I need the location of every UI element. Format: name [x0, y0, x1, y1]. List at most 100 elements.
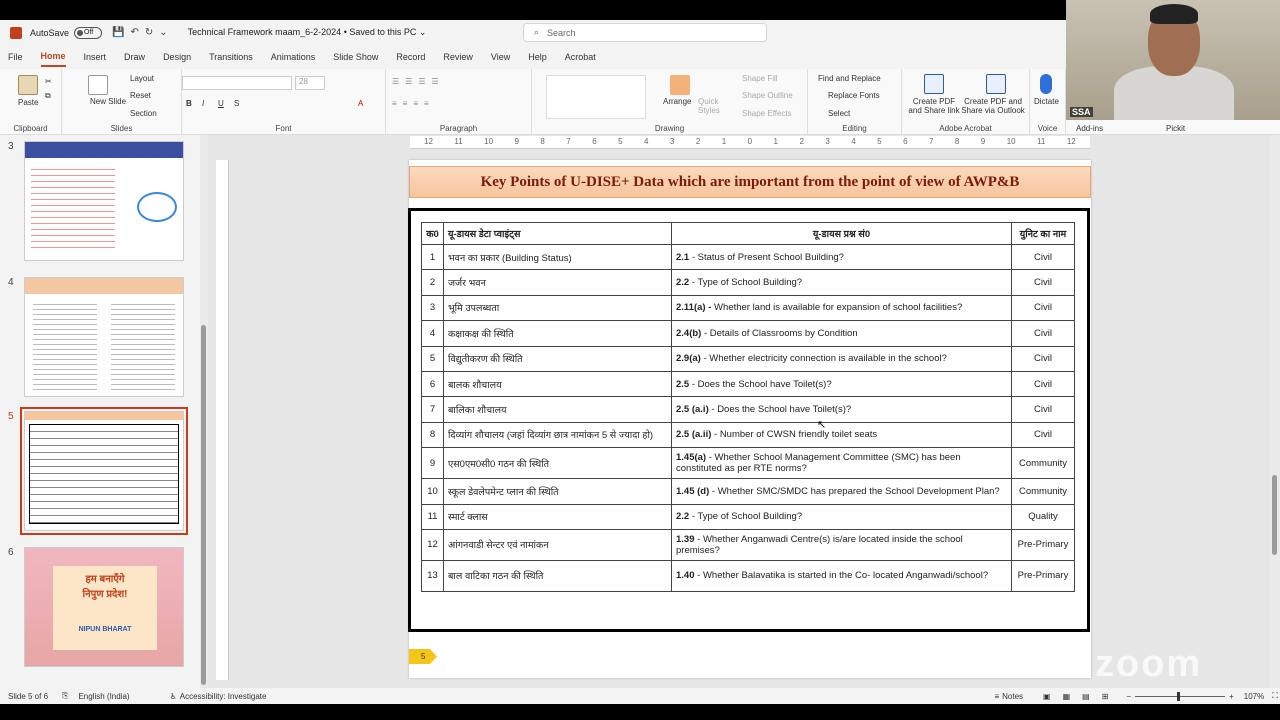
addins-label[interactable]: Add-ins [1076, 124, 1103, 133]
cut-icon[interactable]: ✂ [45, 77, 52, 86]
quick-styles-button[interactable]: Quick Styles [698, 97, 728, 115]
slide-thumbnail-5[interactable] [20, 407, 188, 535]
udise-table[interactable]: क0 यू-डायस डेटा प्वाइंट्स यू-डायस प्रश्न… [421, 222, 1075, 592]
create-pdf-outlook-button[interactable]: Create PDF and Share via Outlook [960, 97, 1026, 115]
tab-review[interactable]: Review [443, 48, 473, 66]
autosave-toggle[interactable]: Off [74, 26, 103, 39]
dictate-button[interactable]: Dictate [1034, 97, 1059, 106]
question-text: - Type of School Building? [689, 511, 803, 523]
create-pdf-link-button[interactable]: Create PDF and Share link [906, 97, 962, 115]
select-button[interactable]: Select [828, 109, 850, 118]
slides-group: New Slide Layout Reset Section Slides [62, 69, 182, 135]
align-buttons[interactable]: ≡≡≡≡ [392, 99, 435, 108]
bold-button[interactable]: B [186, 99, 192, 108]
shape-fill-button[interactable]: Shape Fill [742, 74, 778, 83]
thumbnail-number: 6 [8, 547, 14, 558]
document-title[interactable]: Technical Framework maam_6-2-2024 • Save… [188, 27, 427, 38]
current-slide[interactable]: Key Points of U-DISE+ Data which are imp… [408, 160, 1091, 678]
screen-bottom-bar [0, 704, 1280, 720]
row-serial: 2 [421, 269, 444, 296]
row-data-point: जर्जर भवन [443, 269, 672, 296]
person-hair [1150, 4, 1198, 24]
zoom-slider[interactable] [1135, 691, 1226, 701]
arrange-button[interactable]: Arrange [663, 97, 691, 106]
paragraph-label: Paragraph [439, 124, 478, 133]
row-unit: Quality [1011, 503, 1075, 530]
ruler-tick: 9 [514, 137, 519, 146]
zoom-out-button[interactable]: − [1126, 692, 1131, 701]
row-data-point: स्कूल डेवलेपमेन्ट प्लान की स्थिति [443, 478, 672, 505]
tab-transitions[interactable]: Transitions [209, 48, 253, 66]
fit-slide-icon[interactable]: ⛶ [1272, 691, 1278, 701]
quick-access-icons[interactable]: 💾↶↻⌄ [112, 27, 174, 38]
tab-help[interactable]: Help [528, 48, 547, 66]
microphone-icon[interactable] [1040, 74, 1052, 94]
layout-button[interactable]: Layout [130, 74, 154, 83]
slide-thumbnail-pane: 3 4 5 6 हम बनाएँगे निपुण प्रदेश! NIPUN B… [0, 135, 200, 688]
view-buttons[interactable]: ▣▦▤⊞ [1043, 692, 1120, 701]
row-serial: 3 [421, 294, 444, 322]
section-button[interactable]: Section [130, 109, 157, 118]
thumbnail-number: 5 [8, 411, 14, 422]
copy-icon[interactable]: ⧉ [45, 91, 51, 101]
slide-thumbnail-3[interactable] [24, 141, 184, 261]
ruler-tick: 12 [1066, 137, 1076, 146]
tab-draw[interactable]: Draw [124, 48, 145, 66]
zoom-in-button[interactable]: + [1229, 692, 1234, 701]
arrange-icon[interactable] [670, 75, 690, 95]
pickit-label[interactable]: Pickit [1166, 124, 1185, 133]
underline-button[interactable]: U [218, 99, 224, 108]
create-pdf-outlook-icon[interactable] [986, 74, 1006, 94]
ruler-tick: 7 [566, 137, 571, 146]
new-slide-icon[interactable] [88, 75, 108, 95]
slide-title[interactable]: Key Points of U-DISE+ Data which are imp… [409, 166, 1091, 198]
accessibility-status[interactable]: Accessibility: Investigate [180, 692, 267, 701]
tab-home[interactable]: Home [40, 47, 66, 67]
search-box[interactable]: ⌕ Search [523, 23, 767, 42]
slide-thumbnail-6[interactable]: हम बनाएँगे निपुण प्रदेश! NIPUN BHARAT [24, 547, 184, 667]
tab-record[interactable]: Record [396, 48, 425, 66]
italic-button[interactable]: I [202, 99, 204, 108]
find-replace-button[interactable]: Find and Replace [818, 74, 881, 83]
question-code: 2.2 [676, 511, 690, 523]
shapes-gallery[interactable] [546, 75, 646, 119]
drawing-group: Arrange Quick Styles Shape Fill Shape Ou… [532, 69, 808, 135]
font-name-field[interactable] [182, 76, 292, 90]
thumbnail-number: 3 [8, 141, 14, 152]
tab-file[interactable]: File [8, 48, 23, 66]
create-pdf-link-icon[interactable] [924, 74, 944, 94]
header-question: यू-डायस प्रश्न सं0 [671, 222, 1012, 245]
acrobat-group: Create PDF and Share link Create PDF and… [902, 69, 1030, 135]
tab-view[interactable]: View [491, 48, 510, 66]
font-color-button[interactable]: A [358, 99, 363, 108]
row-serial: 5 [421, 345, 444, 372]
notes-icon: ≡ [994, 691, 1000, 701]
zoom-level[interactable]: 107% [1244, 692, 1264, 701]
tab-design[interactable]: Design [163, 48, 191, 66]
voice-group: Dictate Voice [1030, 69, 1066, 135]
tab-acrobat[interactable]: Acrobat [565, 48, 596, 66]
shadow-button[interactable]: S [234, 99, 239, 108]
reset-button[interactable]: Reset [130, 91, 151, 100]
tab-insert[interactable]: Insert [84, 48, 107, 66]
new-slide-button[interactable]: New Slide [90, 97, 126, 106]
spellcheck-icon[interactable]: ⎘ [62, 691, 68, 701]
font-size-field[interactable]: 28 [295, 76, 325, 90]
tab-slide-show[interactable]: Slide Show [333, 48, 378, 66]
row-question: 1.45 (d) - Whether SMC/SMDC has prepared… [671, 478, 1012, 505]
shape-outline-button[interactable]: Shape Outline [742, 91, 793, 100]
thumbnail-scrollbar[interactable] [200, 135, 208, 688]
notes-button[interactable]: Notes [1002, 692, 1023, 701]
tab-animations[interactable]: Animations [271, 48, 316, 66]
language-status[interactable]: English (India) [78, 692, 129, 701]
editor-scrollbar[interactable] [1270, 135, 1280, 688]
ruler-tick: 4 [851, 137, 856, 146]
row-unit: Civil [1011, 345, 1075, 372]
row-data-point: भूमि उपलब्धता [443, 294, 672, 322]
list-buttons[interactable]: ☰☰☰☰ [392, 77, 445, 86]
paste-button[interactable]: Paste [18, 98, 38, 107]
paste-icon[interactable] [18, 75, 38, 95]
shape-effects-button[interactable]: Shape Effects [742, 109, 792, 118]
replace-fonts-button[interactable]: Replace Fonts [828, 91, 880, 100]
slide-thumbnail-4[interactable] [24, 277, 184, 397]
